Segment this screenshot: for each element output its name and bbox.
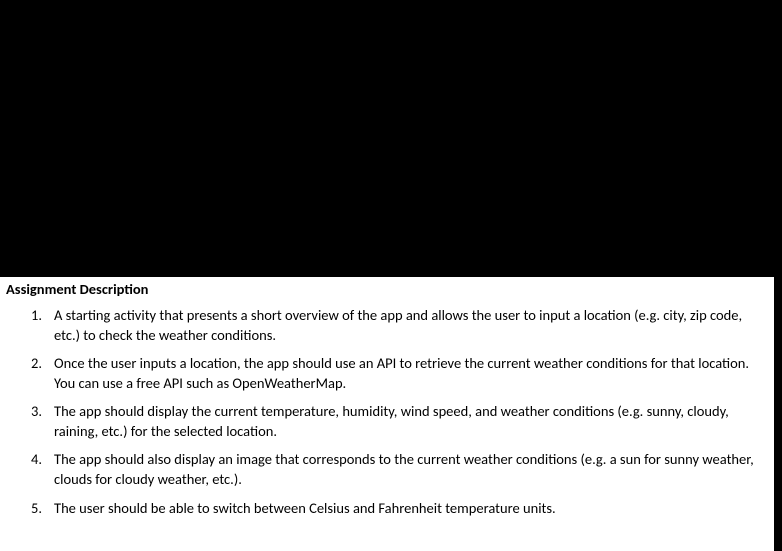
list-number: 5. <box>6 499 54 519</box>
list-text: The app should display the current tempe… <box>54 402 762 441</box>
document-content: Assignment Description 1. A starting act… <box>0 277 774 551</box>
list-item: 5. The user should be able to switch bet… <box>6 499 762 519</box>
list-text: Once the user inputs a location, the app… <box>54 354 762 393</box>
list-number: 2. <box>6 354 54 374</box>
list-text: The user should be able to switch betwee… <box>54 499 762 519</box>
list-item: 4. The app should also display an image … <box>6 450 762 489</box>
list-number: 4. <box>6 450 54 470</box>
list-item: 3. The app should display the current te… <box>6 402 762 441</box>
requirements-list: 1. A starting activity that presents a s… <box>6 306 762 518</box>
section-heading: Assignment Description <box>6 280 762 298</box>
list-number: 1. <box>6 306 54 326</box>
list-text: The app should also display an image tha… <box>54 450 762 489</box>
list-item: 2. Once the user inputs a location, the … <box>6 354 762 393</box>
list-number: 3. <box>6 402 54 422</box>
list-item: 1. A starting activity that presents a s… <box>6 306 762 345</box>
list-text: A starting activity that presents a shor… <box>54 306 762 345</box>
